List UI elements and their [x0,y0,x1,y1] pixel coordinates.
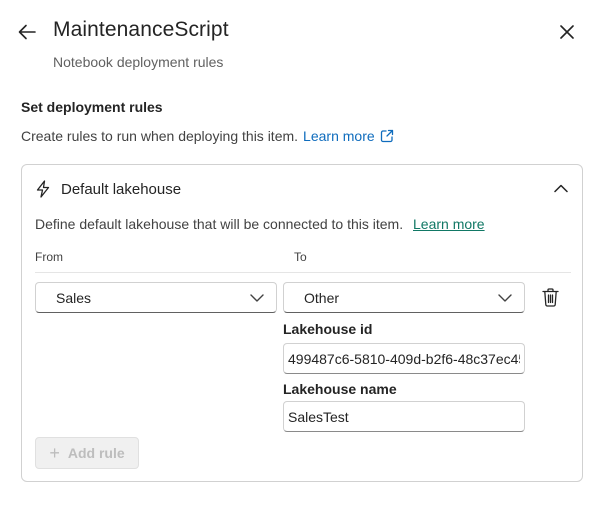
rule-card-header: Default lakehouse [35,180,181,198]
open-external-icon [380,129,393,143]
collapse-button[interactable] [551,179,571,197]
section-description-text: Create rules to run when deploying this … [21,128,299,144]
learn-more-link[interactable]: Learn more [303,128,394,144]
chevron-down-icon [498,292,512,304]
trash-icon [541,287,559,307]
rule-card: Default lakehouse Define default lakehou… [21,164,583,482]
lakehouse-id-input[interactable] [283,343,525,374]
back-button[interactable] [14,20,40,44]
add-rule-label: Add rule [67,445,125,461]
lakehouse-name-input[interactable] [283,401,525,432]
page-title: MaintenanceScript [53,18,229,41]
to-dropdown-value: Other [304,289,340,306]
rule-learn-more-link[interactable]: Learn more [413,216,485,232]
page-subtitle: Notebook deployment rules [53,54,224,70]
from-dropdown[interactable]: Sales [35,282,277,313]
section-heading: Set deployment rules [21,99,163,115]
chevron-down-icon [250,292,264,304]
header-divider [35,272,571,273]
close-button[interactable] [555,20,579,44]
plus-icon: + [49,443,60,463]
rule-card-description-text: Define default lakehouse that will be co… [35,216,404,232]
learn-more-link-label: Learn more [303,128,375,144]
rule-card-title: Default lakehouse [61,180,182,198]
close-icon [560,25,574,39]
arrow-left-icon [18,24,36,40]
add-rule-button[interactable]: + Add rule [35,437,139,469]
lakehouse-name-label: Lakehouse name [283,381,397,397]
section-description: Create rules to run when deploying this … [21,128,394,144]
from-column-label: From [35,250,63,264]
to-column-label: To [294,250,307,264]
to-dropdown[interactable]: Other [283,282,525,313]
lakehouse-id-label: Lakehouse id [283,321,373,337]
from-dropdown-value: Sales [56,289,92,306]
chevron-up-icon [554,184,568,192]
flash-icon [36,180,50,198]
rule-card-description: Define default lakehouse that will be co… [35,216,485,232]
delete-rule-button[interactable] [540,286,560,308]
